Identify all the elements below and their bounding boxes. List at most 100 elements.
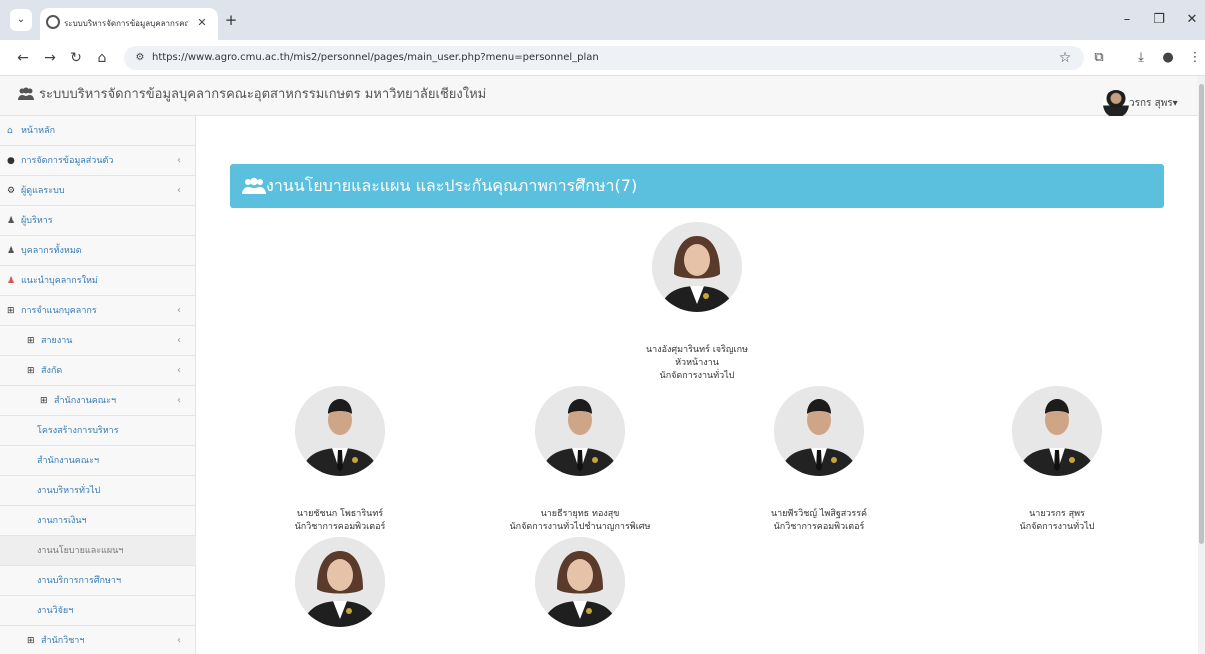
sidebar: ⌂ หน้าหลัก ● การจัดการข้อมูลส่วนตัว ‹ ⚙ ผู้ดูแ… [0, 116, 196, 654]
person-position: หัวหน้างาน [675, 358, 719, 368]
app-title[interactable]: ระบบบริหารจัดการข้อมูลบุคลากรคณะอุตสาหกร… [39, 86, 486, 104]
sidebar-item[interactable]: ● การจัดการข้อมูลส่วนตัว ‹ [0, 146, 196, 176]
section-heading: งานนโยบายและแผน และประกันคุณภาพการศึกษา(… [230, 164, 1164, 208]
sidebar-item[interactable]: งานวิจัยฯ [0, 596, 196, 626]
sidebar-item[interactable]: ⊞ สำนักวิชาฯ ‹ [0, 626, 196, 654]
tab-title: ระบบบริหารจัดการข้อมูลบุคลากรคณะ [64, 19, 188, 28]
sidebar-item-label: งานนโยบายและแผนฯ [37, 546, 124, 556]
sidebar-item-label: บุคลากรทั้งหมด [21, 246, 82, 256]
sidebar-item-label: การจำแนกบุคลากร [21, 306, 97, 316]
sidebar-item-label: สังกัด [41, 366, 63, 376]
person-name: นายธีรายุทธ ทองสุข [540, 509, 620, 519]
sidebar-item[interactable]: ⊞ สายงาน ‹ [0, 326, 196, 356]
sidebar-item-label: งานบริหารทั่วไป [37, 486, 101, 496]
sidebar-item[interactable]: ⊞ การจำแนกบุคลากร ‹ [0, 296, 196, 326]
sidebar-item-label: งานวิจัยฯ [37, 606, 74, 616]
minimize-icon[interactable]: – [1118, 12, 1136, 28]
home-icon[interactable]: ⌂ [93, 49, 111, 67]
sidebar-item-label: ผู้บริหาร [21, 216, 53, 226]
users-icon [242, 177, 266, 195]
person-photo[interactable] [295, 386, 385, 476]
star-icon[interactable]: ☆ [1056, 49, 1074, 67]
site-header: ระบบบริหารจัดการข้อมูลบุคลากรคณะอุตสาหกร… [0, 76, 1198, 118]
extensions-icon[interactable]: ⧉ [1090, 49, 1108, 67]
person-photo[interactable] [535, 386, 625, 476]
tab-menu-icon[interactable]: ⌄ [10, 9, 32, 31]
globe-icon [46, 15, 60, 29]
sidebar-item[interactable]: ♟ ผู้บริหาร [0, 206, 196, 236]
person-photo[interactable] [1012, 386, 1102, 476]
section-title: งานนโยบายและแผน และประกันคุณภาพการศึกษา(… [266, 176, 638, 195]
back-icon[interactable]: ← [14, 49, 32, 67]
chevron-left-icon: ‹ [177, 365, 181, 376]
sidebar-item-label: งานการเงินฯ [37, 516, 87, 526]
sidebar-item[interactable]: ♟ บุคลากรทั้งหมด [0, 236, 196, 266]
person-role: นักวิชาการคอมพิวเตอร์ [294, 522, 386, 532]
person-role: นักจัดการงานทั่วไปชำนาญการพิเศษ [509, 522, 651, 532]
sidebar-item[interactable]: ♟ แนะนำบุคลากรใหม่ [0, 266, 196, 296]
sidebar-item[interactable]: งานนโยบายและแผนฯ [0, 536, 196, 566]
sidebar-item-label: สายงาน [41, 336, 73, 346]
user-icon: ● [7, 156, 15, 166]
sidebar-item-label: โครงสร้างการบริหาร [37, 426, 119, 436]
address-bar: ← → ↻ ⌂ ⚙ https://www.agro.cmu.ac.th/mis… [0, 40, 1205, 76]
kebab-menu-icon[interactable]: ⋮ [1186, 49, 1204, 67]
person-photo[interactable] [295, 537, 385, 627]
person-photo[interactable] [774, 386, 864, 476]
person-name: นายพีรวิชญ์ ไพสิฐสวรรค์ [770, 509, 868, 519]
person-name: นางอังศุมารินทร์ เจริญเกษ [645, 345, 749, 355]
user-menu[interactable]: วรกร สุพร▾ [1129, 97, 1178, 111]
download-icon[interactable]: ⤓ [1132, 49, 1150, 67]
restore-icon[interactable]: ❐ [1150, 12, 1168, 28]
plus-icon[interactable]: + [222, 11, 240, 29]
sidebar-item-label: หน้าหลัก [21, 126, 56, 136]
person-photo[interactable] [535, 537, 625, 627]
close-icon[interactable]: ✕ [194, 15, 210, 31]
close-window-icon[interactable]: ✕ [1183, 12, 1201, 28]
main-content: งานนโยบายและแผน และประกันคุณภาพการศึกษา(… [197, 116, 1198, 654]
browser-tab-bar: ⌄ ระบบบริหารจัดการข้อมูลบุคลากรคณะ ✕ + –… [0, 0, 1205, 40]
reload-icon[interactable]: ↻ [67, 49, 85, 67]
person-role: นักจัดการงานทั่วไป [1019, 522, 1095, 532]
sitemap-icon: ⊞ [7, 306, 15, 316]
person-photo[interactable] [652, 222, 742, 312]
sidebar-item[interactable]: งานบริการการศึกษาฯ [0, 566, 196, 596]
sitemap-icon: ⊞ [27, 636, 35, 646]
chevron-left-icon: ‹ [177, 305, 181, 316]
browser-tab[interactable]: ระบบบริหารจัดการข้อมูลบุคลากรคณะ ✕ [40, 8, 218, 40]
cogs-icon: ⚙ [7, 186, 16, 196]
profile-icon[interactable]: ● [1159, 49, 1177, 67]
sitemap-icon: ⊞ [27, 336, 35, 346]
sidebar-item-label: สำนักงานคณะฯ [37, 456, 100, 466]
sidebar-item[interactable]: งานการเงินฯ [0, 506, 196, 536]
sidebar-item-label: สำนักงานคณะฯ [54, 396, 117, 406]
sidebar-item[interactable]: สำนักงานคณะฯ [0, 446, 196, 476]
sitemap-icon: ⊞ [40, 396, 48, 406]
person-role: นักวิชาการคอมพิวเตอร์ [773, 522, 865, 532]
scrollbar-thumb[interactable] [1199, 84, 1204, 544]
sidebar-item[interactable]: ⊞ สำนักงานคณะฯ ‹ [0, 386, 196, 416]
users-icon: ♟ [7, 276, 16, 286]
username: วรกร สุพร [1129, 98, 1173, 109]
sidebar-item-label: ผู้ดูแลระบบ [21, 186, 65, 196]
sidebar-item-label: สำนักวิชาฯ [41, 636, 85, 646]
sidebar-item[interactable]: ⌂ หน้าหลัก [0, 116, 196, 146]
site-info-icon[interactable]: ⚙ [132, 50, 148, 66]
chevron-left-icon: ‹ [177, 635, 181, 646]
sidebar-item[interactable]: โครงสร้างการบริหาร [0, 416, 196, 446]
users-icon: ♟ [7, 246, 16, 256]
person-name: นายวรกร สุพร [1029, 509, 1085, 519]
person-name: นายชัชนก โพธารินทร์ [296, 509, 384, 519]
sidebar-item-label: งานบริการการศึกษาฯ [37, 576, 122, 586]
avatar[interactable] [1103, 90, 1129, 118]
sidebar-item[interactable]: ⊞ สังกัด ‹ [0, 356, 196, 386]
home-icon: ⌂ [7, 126, 13, 136]
sidebar-item[interactable]: ⚙ ผู้ดูแลระบบ ‹ [0, 176, 196, 206]
url-field[interactable]: ⚙ https://www.agro.cmu.ac.th/mis2/person… [124, 46, 1084, 70]
sidebar-item-label: แนะนำบุคลากรใหม่ [21, 276, 98, 286]
chevron-left-icon: ‹ [177, 335, 181, 346]
sidebar-item-label: การจัดการข้อมูลส่วนตัว [21, 156, 114, 166]
forward-icon[interactable]: → [41, 49, 59, 67]
users-icon [17, 87, 35, 103]
sidebar-item[interactable]: งานบริหารทั่วไป [0, 476, 196, 506]
